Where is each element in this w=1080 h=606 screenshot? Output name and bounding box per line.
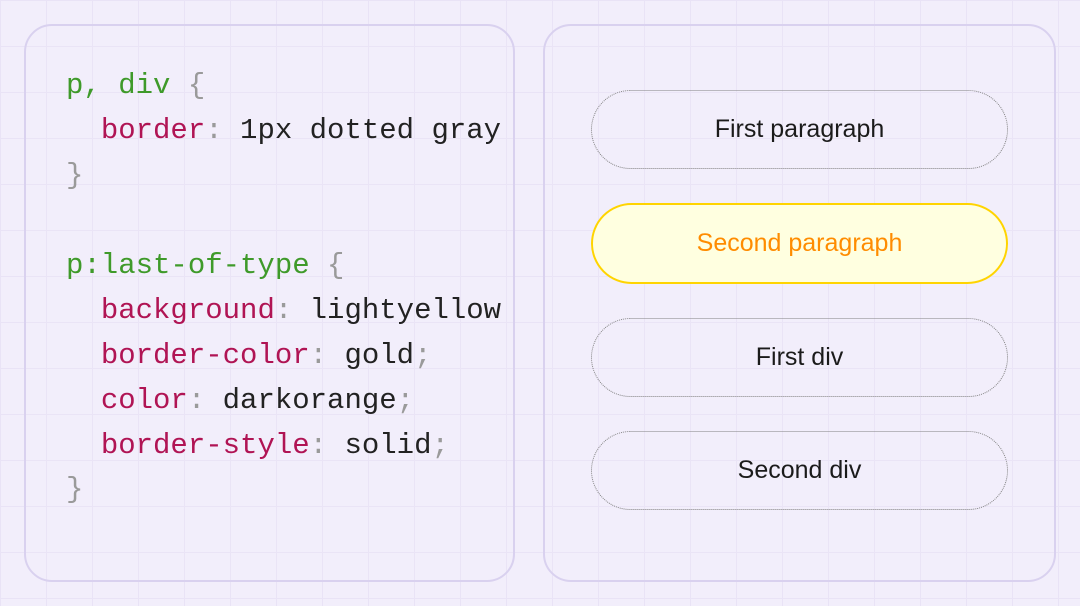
colon: : bbox=[310, 429, 327, 462]
selector: p, div bbox=[66, 69, 170, 102]
brace-open: { bbox=[327, 249, 344, 282]
semicolon: ; bbox=[397, 384, 414, 417]
semicolon: ; bbox=[431, 429, 448, 462]
colon: : bbox=[205, 114, 222, 147]
selector: p:last-of-type bbox=[66, 249, 310, 282]
rendered-output-panel: First paragraph Second paragraph First d… bbox=[543, 24, 1056, 582]
brace-close: } bbox=[66, 473, 83, 506]
css-property: border-color bbox=[101, 339, 310, 372]
css-value: darkorange bbox=[223, 384, 397, 417]
brace-open: { bbox=[188, 69, 205, 102]
css-property: border bbox=[101, 114, 205, 147]
css-property: color bbox=[101, 384, 188, 417]
colon: : bbox=[310, 339, 327, 372]
css-property: border-style bbox=[101, 429, 310, 462]
css-value: lightyellow bbox=[310, 294, 501, 327]
css-property: background bbox=[101, 294, 275, 327]
rendered-paragraph: First paragraph bbox=[591, 90, 1008, 169]
rendered-paragraph-highlighted: Second paragraph bbox=[591, 203, 1008, 284]
css-value: 1px dotted gray bbox=[240, 114, 501, 147]
brace-close: } bbox=[66, 159, 83, 192]
colon: : bbox=[275, 294, 292, 327]
rendered-div: Second div bbox=[591, 431, 1008, 510]
semicolon: ; bbox=[414, 339, 431, 372]
colon: : bbox=[188, 384, 205, 417]
css-value: gold bbox=[344, 339, 414, 372]
css-code-panel: p, div { border: 1px dotted gray } p:las… bbox=[24, 24, 515, 582]
css-value: solid bbox=[344, 429, 431, 462]
rendered-div: First div bbox=[591, 318, 1008, 397]
